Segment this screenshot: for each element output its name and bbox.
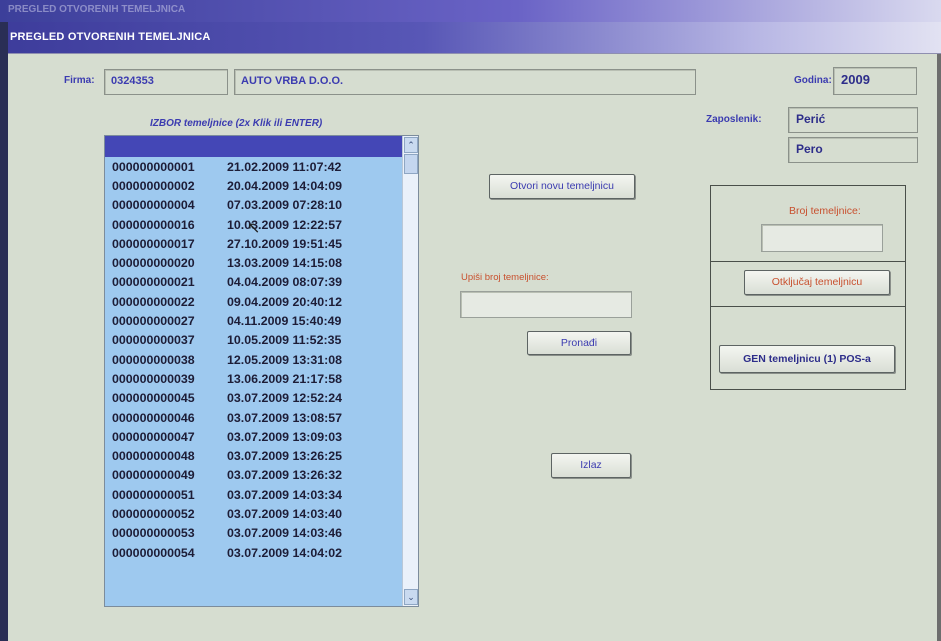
temeljnica-date: 20.04.2009 14:04:09 bbox=[227, 178, 343, 193]
list-item[interactable]: 000000000052 03.07.2009 14:03:40 bbox=[105, 504, 403, 523]
temeljnica-date: 27.10.2009 19:51:45 bbox=[227, 236, 343, 251]
temeljnica-number: 000000000017 bbox=[112, 236, 195, 251]
form-title: PREGLED OTVORENIH TEMELJNICA bbox=[10, 31, 211, 43]
temeljnica-number: 000000000002 bbox=[112, 178, 195, 193]
panel-divider bbox=[711, 261, 905, 262]
list-item[interactable]: 000000000046 03.07.2009 13:08:57 bbox=[105, 408, 403, 427]
temeljnice-listbox[interactable]: 000000000001 21.02.2009 11:07:42 000000000… bbox=[104, 135, 419, 607]
temeljnica-number: 000000000051 bbox=[112, 487, 195, 502]
temeljnica-date: 03.07.2009 13:26:25 bbox=[227, 449, 343, 464]
temeljnica-number: 000000000047 bbox=[112, 429, 195, 444]
firma-label: Firma: bbox=[64, 75, 95, 86]
temeljnica-panel: Broj temeljnice: Otključaj temeljnicu GE… bbox=[710, 185, 906, 390]
temeljnica-number: 000000000001 bbox=[112, 159, 195, 174]
temeljnica-date: 03.07.2009 14:03:40 bbox=[227, 506, 343, 521]
zaposlenik-surname-field: Perić bbox=[788, 107, 918, 133]
exit-button[interactable]: Izlaz bbox=[551, 453, 631, 478]
temeljnica-date: 04.11.2009 15:40:49 bbox=[227, 314, 342, 329]
unlock-button[interactable]: Otključaj temeljnicu bbox=[744, 270, 890, 295]
scroll-up-icon[interactable]: ⌃ bbox=[404, 137, 418, 153]
left-border bbox=[0, 22, 8, 641]
temeljnica-number: 000000000053 bbox=[112, 526, 195, 541]
temeljnica-number: 000000000038 bbox=[112, 352, 195, 367]
list-item[interactable]: 000000000001 21.02.2009 11:07:42 bbox=[105, 157, 403, 176]
temeljnica-date: 21.02.2009 11:07:42 bbox=[227, 159, 342, 174]
temeljnica-number: 000000000021 bbox=[112, 275, 195, 290]
search-label: Upiši broj temeljnice: bbox=[461, 272, 549, 283]
list-item[interactable]: 000000000049 03.07.2009 13:26:32 bbox=[105, 466, 403, 485]
temeljnica-number: 000000000004 bbox=[112, 198, 195, 213]
list-item[interactable]: 000000000037 10.05.2009 11:52:35 bbox=[105, 331, 403, 350]
list-item[interactable]: 000000000051 03.07.2009 14:03:34 bbox=[105, 485, 403, 504]
temeljnica-number: 000000000016 bbox=[112, 217, 195, 232]
panel-divider bbox=[711, 306, 905, 307]
list-item[interactable]: 000000000048 03.07.2009 13:26:25 bbox=[105, 446, 403, 465]
godina-field: 2009 bbox=[833, 67, 917, 95]
temeljnica-date: 03.07.2009 13:09:03 bbox=[227, 429, 343, 444]
temeljnica-number: 000000000052 bbox=[112, 506, 195, 521]
list-item[interactable]: 000000000002 20.04.2009 14:04:09 bbox=[105, 176, 403, 195]
list-caption: IZBOR temeljnice (2x Klik ili ENTER) bbox=[150, 118, 323, 129]
temeljnica-number: 000000000027 bbox=[112, 314, 195, 329]
broj-input[interactable] bbox=[761, 224, 883, 252]
list-scrollbar[interactable]: ⌃ ⌄ bbox=[402, 136, 418, 606]
temeljnica-date: 10.03.2009 12:22:57 bbox=[227, 217, 343, 232]
zaposlenik-name-field: Pero bbox=[788, 137, 918, 163]
open-new-button[interactable]: Otvori novu temeljnicu bbox=[489, 174, 635, 199]
outer-title-bar: PREGLED OTVORENIH TEMELJNICA bbox=[0, 0, 941, 22]
temeljnica-date: 13.06.2009 21:17:58 bbox=[227, 371, 343, 386]
temeljnica-number: 000000000022 bbox=[112, 294, 195, 309]
temeljnica-number: 000000000049 bbox=[112, 468, 195, 483]
temeljnica-date: 04.04.2009 08:07:39 bbox=[227, 275, 343, 290]
temeljnica-number: 000000000048 bbox=[112, 449, 195, 464]
temeljnica-number: 000000000045 bbox=[112, 391, 195, 406]
scroll-thumb[interactable] bbox=[404, 154, 418, 174]
temeljnica-number: 000000000037 bbox=[112, 333, 195, 348]
broj-label: Broj temeljnice: bbox=[789, 205, 861, 217]
list-item[interactable]: 000000000022 09.04.2009 20:40:12 bbox=[105, 292, 403, 311]
temeljnica-number: 000000000046 bbox=[112, 410, 195, 425]
temeljnica-date: 03.07.2009 14:03:46 bbox=[227, 526, 343, 541]
temeljnica-number: 000000000054 bbox=[112, 545, 195, 560]
app-window: PREGLED OTVORENIH TEMELJNICA PREGLED OTV… bbox=[0, 0, 941, 641]
godina-label: Godina: bbox=[794, 75, 832, 86]
selected-row-highlight[interactable] bbox=[105, 136, 403, 157]
temeljnica-date: 03.07.2009 14:03:34 bbox=[227, 487, 343, 502]
temeljnica-date: 03.07.2009 14:04:02 bbox=[227, 545, 343, 560]
list-item[interactable]: 000000000038 12.05.2009 13:31:08 bbox=[105, 350, 403, 369]
search-input[interactable] bbox=[460, 291, 632, 318]
right-border bbox=[937, 54, 941, 641]
list-item[interactable]: 000000000054 03.07.2009 14:04:02 bbox=[105, 543, 403, 562]
firma-name-field: AUTO VRBA D.O.O. bbox=[234, 69, 696, 95]
list-item[interactable]: 000000000004 07.03.2009 07:28:10 bbox=[105, 196, 403, 215]
temeljnica-date: 03.07.2009 13:08:57 bbox=[227, 410, 343, 425]
temeljnica-number: 000000000039 bbox=[112, 371, 195, 386]
list-item[interactable]: 000000000027 04.11.2009 15:40:49 bbox=[105, 311, 403, 330]
temeljnica-date: 10.05.2009 11:52:35 bbox=[227, 333, 342, 348]
temeljnica-date: 07.03.2009 07:28:10 bbox=[227, 198, 343, 213]
firma-code-field: 0324353 bbox=[104, 69, 228, 95]
list-item[interactable]: 000000000020 13.03.2009 14:15:08 bbox=[105, 253, 403, 272]
list-item[interactable]: 000000000039 13.06.2009 21:17:58 bbox=[105, 369, 403, 388]
temeljnica-date: 03.07.2009 13:26:32 bbox=[227, 468, 343, 483]
temeljnica-number: 000000000020 bbox=[112, 256, 195, 271]
form-title-bar: PREGLED OTVORENIH TEMELJNICA bbox=[0, 22, 941, 54]
outer-title-text: PREGLED OTVORENIH TEMELJNICA bbox=[8, 4, 186, 15]
temeljnica-date: 03.07.2009 12:52:24 bbox=[227, 391, 343, 406]
mouse-cursor-icon: ↖ bbox=[247, 220, 261, 237]
temeljnica-date: 12.05.2009 13:31:08 bbox=[227, 352, 343, 367]
list-item[interactable]: 000000000021 04.04.2009 08:07:39 bbox=[105, 273, 403, 292]
temeljnica-date: 13.03.2009 14:15:08 bbox=[227, 256, 343, 271]
gen-pos-button[interactable]: GEN temeljnicu (1) POS-a bbox=[719, 345, 895, 373]
list-item[interactable]: 000000000053 03.07.2009 14:03:46 bbox=[105, 524, 403, 543]
temeljnica-date: 09.04.2009 20:40:12 bbox=[227, 294, 343, 309]
list-item[interactable]: 000000000045 03.07.2009 12:52:24 bbox=[105, 389, 403, 408]
find-button[interactable]: Pronađi bbox=[527, 331, 631, 355]
scroll-down-icon[interactable]: ⌄ bbox=[404, 589, 418, 605]
list-item[interactable]: 000000000047 03.07.2009 13:09:03 bbox=[105, 427, 403, 446]
zaposlenik-label: Zaposlenik: bbox=[706, 114, 762, 125]
